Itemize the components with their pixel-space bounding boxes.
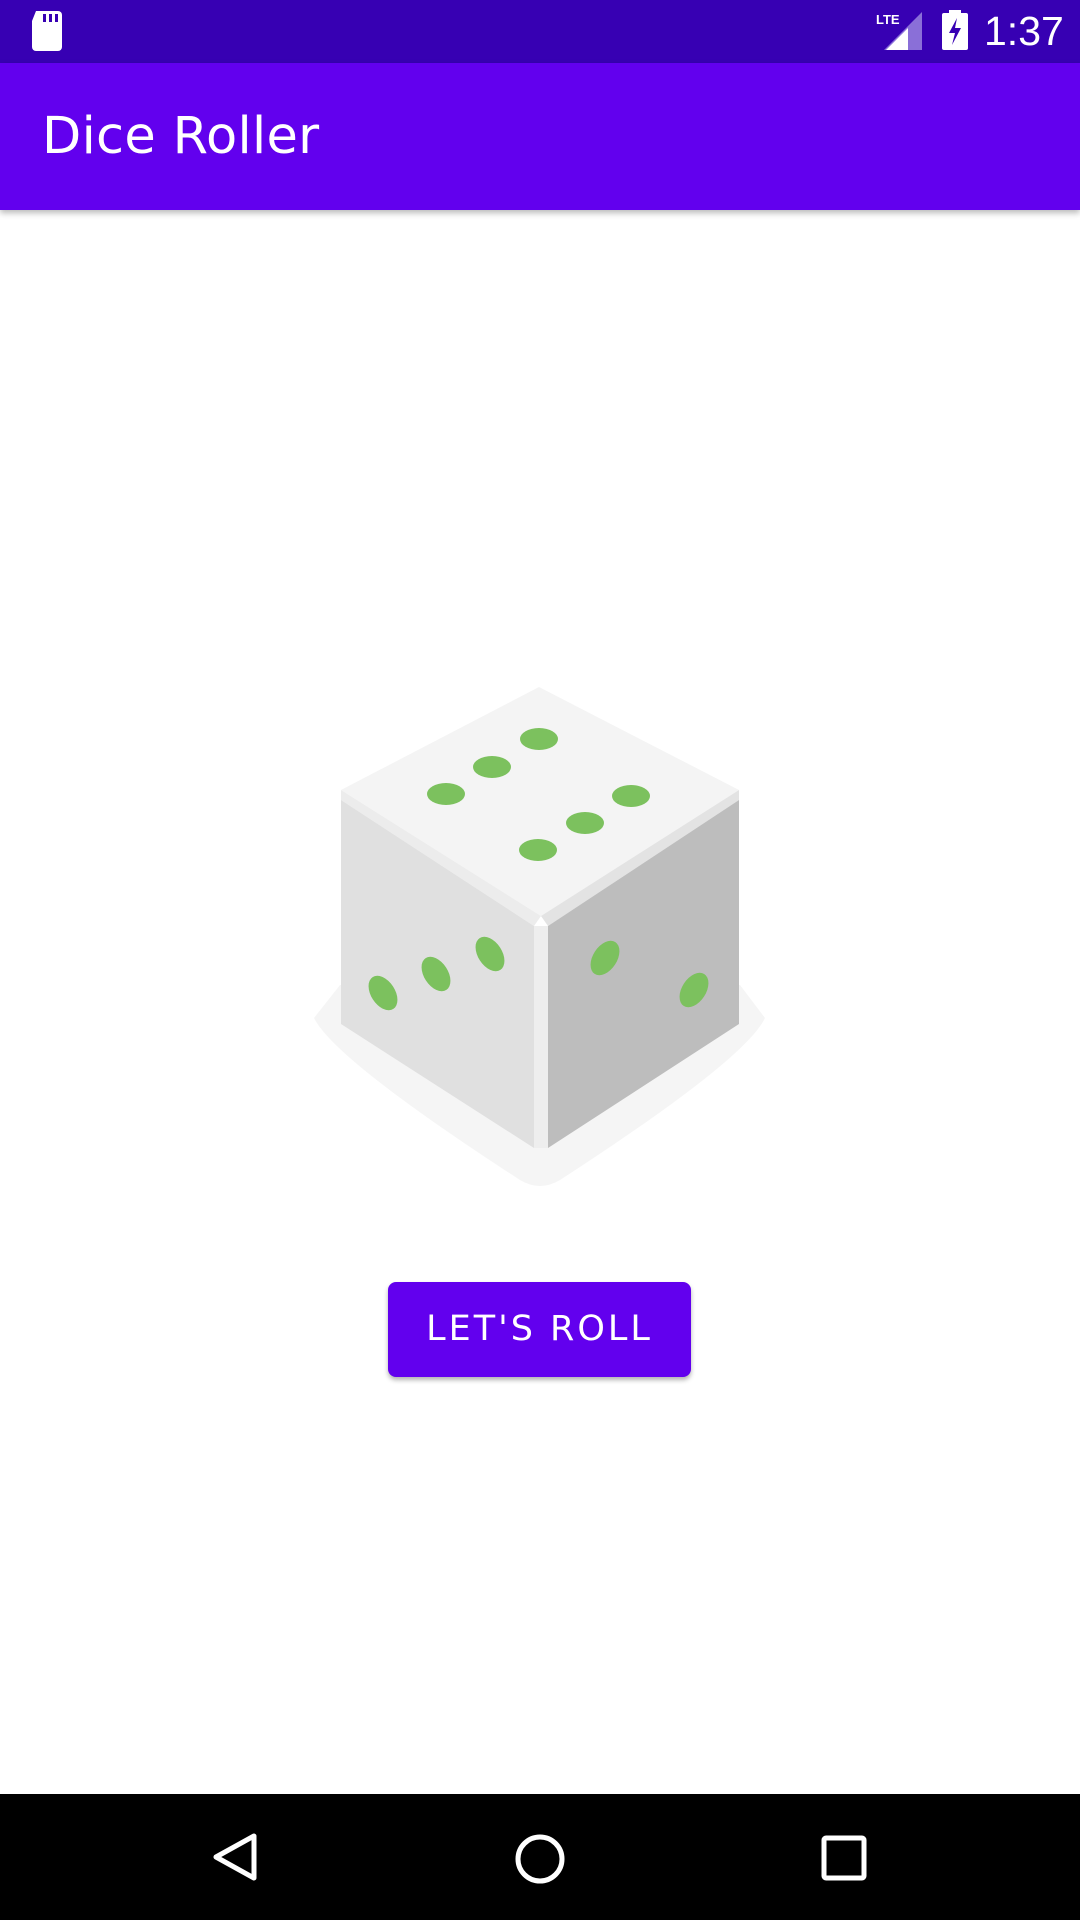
status-clock: 1:37 [984,8,1064,54]
screen: LTE 1:37 Dice Roller LET'S ROLL [0,0,1080,1920]
dice-image [314,687,765,1186]
dice-pip [612,785,650,807]
roll-button[interactable]: LET'S ROLL [388,1282,691,1377]
sd-card-icon [32,11,62,51]
lte-signal-icon: LTE [876,12,922,50]
dice-pip [566,812,604,834]
dice-pip [473,756,511,778]
dice-front-edge [534,926,548,1148]
dice-pip [520,728,558,750]
home-icon[interactable] [513,1832,567,1886]
lte-label: LTE [876,12,900,27]
dice-pip [519,839,557,861]
app-title: Dice Roller [42,107,320,166]
status-bar: LTE 1:37 [0,0,1080,63]
app-bar: Dice Roller [0,63,1080,210]
battery-charging-icon [942,10,968,50]
dice-pip [427,783,465,805]
recents-icon[interactable] [820,1834,868,1882]
back-icon[interactable] [210,1832,260,1882]
